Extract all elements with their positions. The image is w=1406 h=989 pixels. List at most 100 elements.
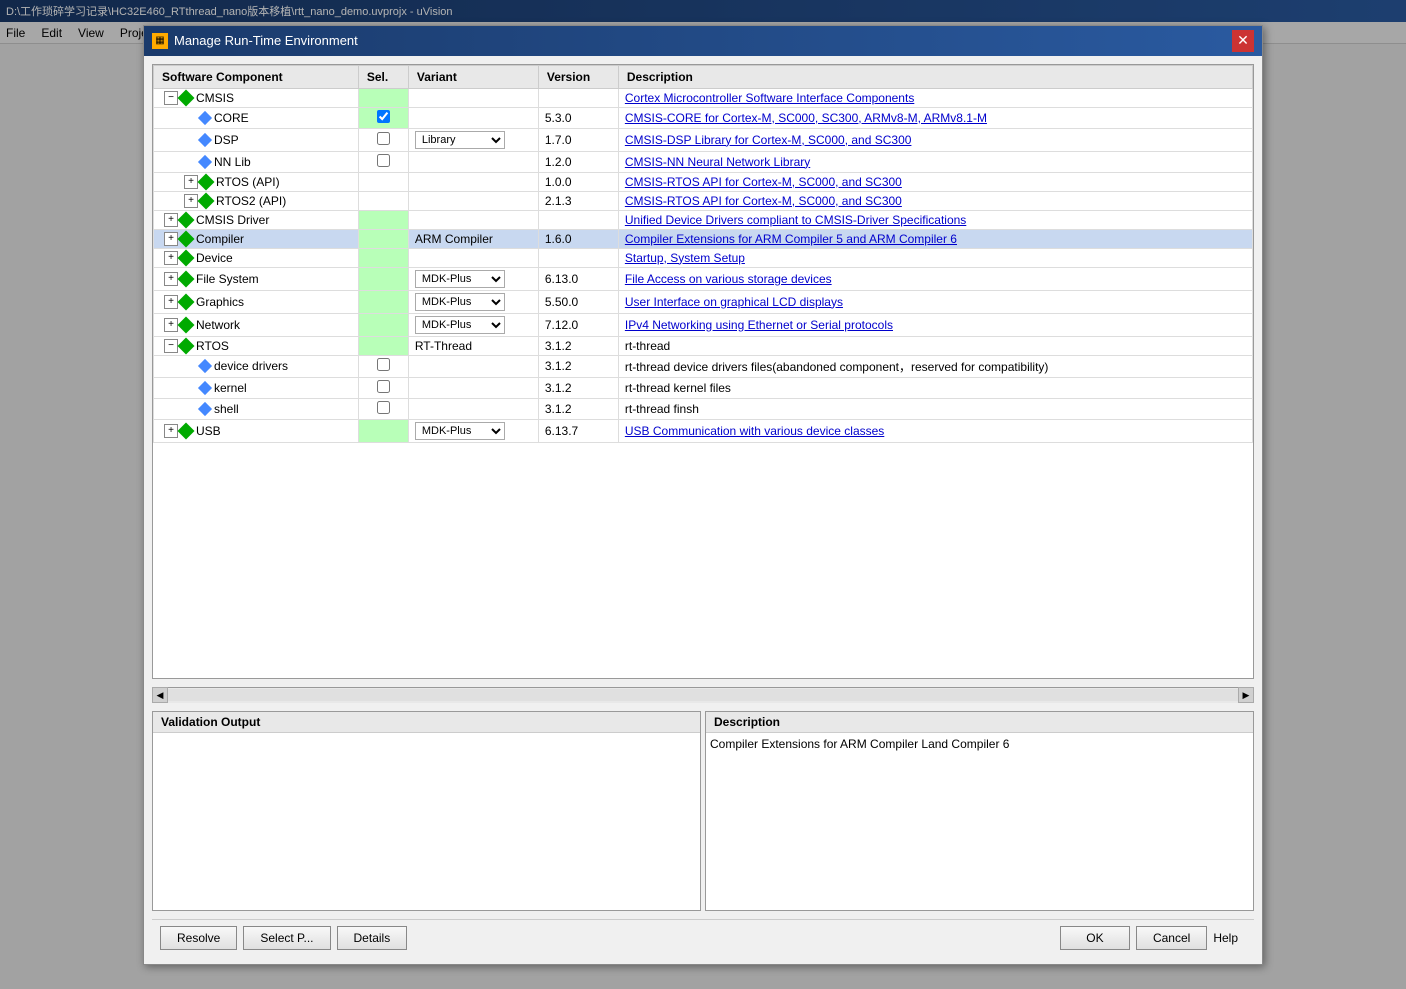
sel-cell[interactable] — [358, 355, 408, 377]
description-text[interactable]: USB Communication with various device cl… — [625, 424, 884, 438]
table-row[interactable]: +CompilerARM Compiler1.6.0Compiler Exten… — [154, 229, 1253, 248]
description-cell[interactable]: CMSIS-NN Neural Network Library — [618, 151, 1252, 172]
sel-cell[interactable] — [358, 267, 408, 290]
sel-checkbox[interactable] — [377, 110, 390, 123]
expand-icon[interactable]: + — [164, 232, 178, 246]
description-cell[interactable]: USB Communication with various device cl… — [618, 419, 1252, 442]
close-button[interactable]: ✕ — [1232, 30, 1254, 52]
sel-cell[interactable] — [358, 398, 408, 419]
table-row[interactable]: +GraphicsMDK-Plus5.50.0User Interface on… — [154, 290, 1253, 313]
expand-icon[interactable]: + — [164, 318, 178, 332]
variant-dropdown[interactable]: MDK-Plus — [415, 270, 505, 288]
component-label: RTOS — [196, 339, 229, 353]
cancel-button[interactable]: Cancel — [1136, 926, 1207, 950]
sel-cell[interactable] — [358, 191, 408, 210]
description-text[interactable]: CMSIS-NN Neural Network Library — [625, 155, 810, 169]
sel-checkbox[interactable] — [377, 380, 390, 393]
scroll-left-button[interactable]: ◀ — [152, 687, 168, 703]
description-text[interactable]: Cortex Microcontroller Software Interfac… — [625, 91, 914, 105]
description-cell[interactable]: Compiler Extensions for ARM Compiler 5 a… — [618, 229, 1252, 248]
table-row[interactable]: CORE5.3.0CMSIS-CORE for Cortex-M, SC000,… — [154, 107, 1253, 128]
variant-dropdown[interactable]: MDK-Plus — [415, 422, 505, 440]
sel-cell[interactable] — [358, 290, 408, 313]
sel-cell[interactable] — [358, 336, 408, 355]
description-cell[interactable]: Cortex Microcontroller Software Interfac… — [618, 88, 1252, 107]
sel-cell[interactable] — [358, 419, 408, 442]
sel-cell[interactable] — [358, 313, 408, 336]
description-cell[interactable]: Unified Device Drivers compliant to CMSI… — [618, 210, 1252, 229]
scroll-right-button[interactable]: ▶ — [1238, 687, 1254, 703]
expand-icon[interactable]: + — [164, 295, 178, 309]
table-row[interactable]: +File SystemMDK-Plus6.13.0File Access on… — [154, 267, 1253, 290]
variant-cell: ARM Compiler — [408, 229, 538, 248]
table-row[interactable]: +RTOS (API)1.0.0CMSIS-RTOS API for Corte… — [154, 172, 1253, 191]
table-row[interactable]: +NetworkMDK-Plus7.12.0IPv4 Networking us… — [154, 313, 1253, 336]
table-row[interactable]: kernel3.1.2rt-thread kernel files — [154, 377, 1253, 398]
description-text[interactable]: CMSIS-CORE for Cortex-M, SC000, SC300, A… — [625, 111, 987, 125]
description-cell[interactable]: CMSIS-DSP Library for Cortex-M, SC000, a… — [618, 128, 1252, 151]
table-row[interactable]: −RTOSRT-Thread3.1.2rt-thread — [154, 336, 1253, 355]
expand-icon[interactable]: + — [164, 424, 178, 438]
resolve-button[interactable]: Resolve — [160, 926, 237, 950]
variant-dropdown[interactable]: Library — [415, 131, 505, 149]
sel-checkbox[interactable] — [377, 358, 390, 371]
description-text[interactable]: File Access on various storage devices — [625, 272, 832, 286]
description-text[interactable]: CMSIS-DSP Library for Cortex-M, SC000, a… — [625, 133, 912, 147]
sel-cell[interactable] — [358, 107, 408, 128]
description-text[interactable]: Compiler Extensions for ARM Compiler 5 a… — [625, 232, 957, 246]
description-cell[interactable]: CMSIS-CORE for Cortex-M, SC000, SC300, A… — [618, 107, 1252, 128]
table-row[interactable]: +CMSIS DriverUnified Device Drivers comp… — [154, 210, 1253, 229]
sel-cell[interactable] — [358, 172, 408, 191]
sel-cell[interactable] — [358, 88, 408, 107]
description-text[interactable]: User Interface on graphical LCD displays — [625, 295, 843, 309]
description-cell[interactable]: File Access on various storage devices — [618, 267, 1252, 290]
description-cell[interactable]: IPv4 Networking using Ethernet or Serial… — [618, 313, 1252, 336]
table-row[interactable]: NN Lib1.2.0CMSIS-NN Neural Network Libra… — [154, 151, 1253, 172]
description-text[interactable]: Unified Device Drivers compliant to CMSI… — [625, 213, 966, 227]
sel-checkbox[interactable] — [377, 401, 390, 414]
table-row[interactable]: shell3.1.2rt-thread finsh — [154, 398, 1253, 419]
component-label: CMSIS — [196, 91, 234, 105]
ok-button[interactable]: OK — [1060, 926, 1130, 950]
sel-cell[interactable] — [358, 248, 408, 267]
description-text[interactable]: CMSIS-RTOS API for Cortex-M, SC000, and … — [625, 194, 902, 208]
sel-cell[interactable] — [358, 377, 408, 398]
table-row[interactable]: DSPLibrary1.7.0CMSIS-DSP Library for Cor… — [154, 128, 1253, 151]
expand-icon[interactable]: − — [164, 91, 178, 105]
table-row[interactable]: +DeviceStartup, System Setup — [154, 248, 1253, 267]
table-row[interactable]: device drivers3.1.2rt-thread device driv… — [154, 355, 1253, 377]
sel-cell[interactable] — [358, 128, 408, 151]
table-row[interactable]: +RTOS2 (API)2.1.3CMSIS-RTOS API for Cort… — [154, 191, 1253, 210]
component-table-container[interactable]: Software Component Sel. Variant Version — [152, 64, 1254, 679]
sel-checkbox[interactable] — [377, 132, 390, 145]
description-cell[interactable]: User Interface on graphical LCD displays — [618, 290, 1252, 313]
help-label[interactable]: Help — [1213, 931, 1238, 945]
description-cell[interactable]: Startup, System Setup — [618, 248, 1252, 267]
expand-icon[interactable]: + — [164, 272, 178, 286]
expand-icon[interactable]: − — [164, 339, 178, 353]
details-button[interactable]: Details — [337, 926, 408, 950]
component-name-cell: − RTOS — [154, 336, 359, 355]
diamond-blue-icon — [198, 359, 212, 373]
table-row[interactable]: +USBMDK-Plus6.13.7USB Communication with… — [154, 419, 1253, 442]
variant-dropdown[interactable]: MDK-Plus — [415, 316, 505, 334]
expand-icon[interactable]: + — [184, 175, 198, 189]
description-text[interactable]: IPv4 Networking using Ethernet or Serial… — [625, 318, 893, 332]
sel-cell[interactable] — [358, 210, 408, 229]
scroll-track[interactable] — [168, 689, 1238, 701]
sel-cell[interactable] — [358, 151, 408, 172]
sel-cell[interactable] — [358, 229, 408, 248]
component-name-cell: shell — [154, 398, 359, 419]
horizontal-scrollbar[interactable]: ◀ ▶ — [152, 687, 1254, 703]
table-row[interactable]: − CMSIS Cortex Microcontroller Software In… — [154, 88, 1253, 107]
select-p-button[interactable]: Select P... — [243, 926, 330, 950]
expand-icon[interactable]: + — [184, 194, 198, 208]
sel-checkbox[interactable] — [377, 154, 390, 167]
expand-icon[interactable]: + — [164, 251, 178, 265]
expand-icon[interactable]: + — [164, 213, 178, 227]
description-cell[interactable]: CMSIS-RTOS API for Cortex-M, SC000, and … — [618, 172, 1252, 191]
description-text[interactable]: Startup, System Setup — [625, 251, 745, 265]
description-text[interactable]: CMSIS-RTOS API for Cortex-M, SC000, and … — [625, 175, 902, 189]
description-cell[interactable]: CMSIS-RTOS API for Cortex-M, SC000, and … — [618, 191, 1252, 210]
variant-dropdown[interactable]: MDK-Plus — [415, 293, 505, 311]
